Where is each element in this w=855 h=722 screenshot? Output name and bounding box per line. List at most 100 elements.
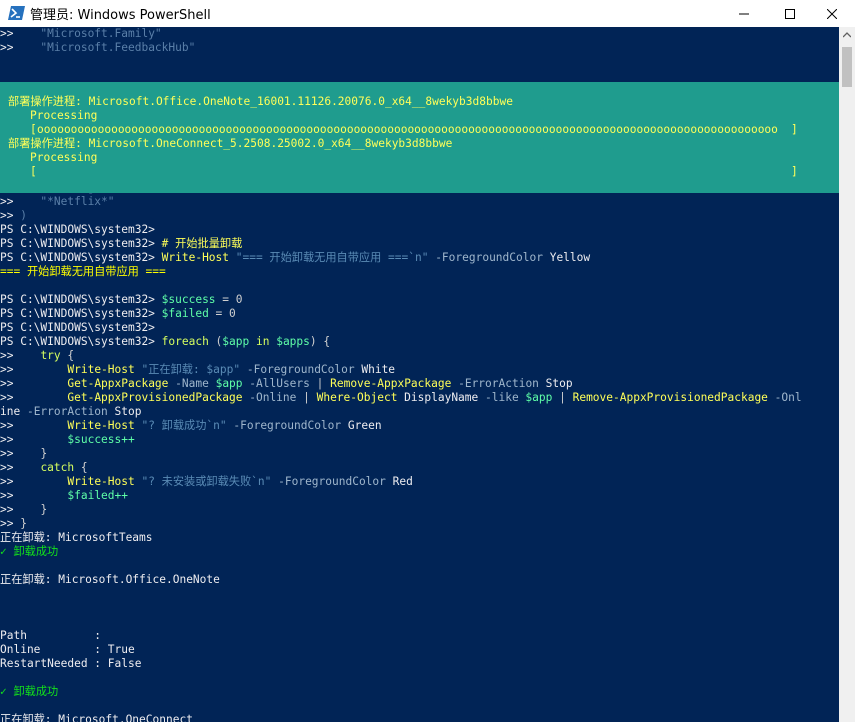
- console-line: >> Write-Host "? 未安装或卸载失败`n" -Foreground…: [0, 475, 413, 489]
- title-bar[interactable]: 管理员: Windows PowerShell: [0, 0, 855, 27]
- console-token-prompt: PS C:\WINDOWS\system32>: [0, 251, 155, 264]
- console-token-white: Online : True: [0, 643, 135, 656]
- window-title: 管理员: Windows PowerShell: [30, 8, 211, 23]
- console-token-op2: ) {: [309, 335, 331, 348]
- console-line: ✓ 卸载成功: [0, 545, 58, 559]
- console-token-param: -ForegroundColor: [226, 419, 342, 432]
- maximize-button[interactable]: [767, 0, 813, 27]
- console-token-prefix: >>: [0, 391, 14, 404]
- console-token-white: Path :: [0, 629, 102, 642]
- console-token-str: "=== 开始卸载无用自带应用 ===`n": [229, 251, 429, 264]
- console-line: 正在卸载: Microsoft.OneConnect: [0, 713, 193, 722]
- progress-op1-status: Processing: [30, 109, 98, 122]
- console-token-prefix: >>: [0, 41, 14, 54]
- console-line: >> $failed++: [0, 489, 128, 503]
- minimize-button[interactable]: [721, 0, 767, 27]
- console-token-prefix: >>: [0, 363, 14, 376]
- console-token-comment: # 开始批量卸载: [154, 237, 243, 250]
- console-token-prefix: >>: [0, 475, 14, 488]
- console-token-param: -ForegroundColor: [428, 251, 543, 264]
- console-line: >> "*Netflix*": [0, 195, 115, 209]
- console-token-param: -ForegroundColor: [271, 475, 386, 488]
- console-token-cmd: Write-Host: [67, 363, 135, 376]
- minimize-icon: [739, 13, 749, 14]
- console-token-prefix: >>: [0, 209, 14, 222]
- console-area[interactable]: >> "Microsoft.Family" >> "Microsoft.Feedb…: [0, 27, 839, 722]
- console-token-white: 正在卸载: MicrosoftTeams: [0, 531, 153, 544]
- console-token-wrap: ine: [0, 405, 21, 418]
- console-token-cmd3: Remove-AppxProvisionedPackage: [565, 391, 768, 404]
- console-line: PS C:\WINDOWS\system32>: [0, 321, 155, 335]
- console-token-op: }: [20, 517, 27, 530]
- console-line: ine -ErrorAction Stop: [0, 405, 141, 419]
- console-token-op2: |: [552, 391, 566, 404]
- scroll-thumb[interactable]: [842, 47, 852, 87]
- console-token-kw: catch: [40, 461, 75, 474]
- console-token-cmd: Get-AppxPackage: [67, 377, 169, 390]
- close-button[interactable]: [809, 0, 855, 27]
- console-token-cmd: Write-Host: [67, 419, 135, 432]
- console-token-str: "正在卸载: $app": [134, 363, 241, 376]
- console-token-op: }: [40, 503, 48, 516]
- maximize-icon: [785, 8, 795, 19]
- powershell-icon: [8, 6, 25, 20]
- console-token-arg: Red: [385, 475, 413, 488]
- scroll-up-button[interactable]: [839, 27, 855, 43]
- console-line: ✓ 卸载成功: [0, 685, 58, 699]
- progress-op1-title: 部署操作进程: Microsoft.Office.OneNote_16001.1…: [8, 95, 513, 108]
- console-line: >> ): [0, 209, 27, 223]
- console-token-arg: Green: [341, 419, 382, 432]
- console-token-text: "*Netflix*": [13, 195, 115, 208]
- console-token-green: ✓ 卸载成功: [0, 545, 59, 558]
- console-line: >> }: [0, 503, 47, 517]
- console-token-prompt: PS C:\WINDOWS\system32>: [0, 293, 155, 306]
- console-token-prefix: >>: [0, 349, 14, 362]
- chevron-up-icon: [843, 32, 851, 38]
- progress-op1-bar-fill: oooooooooooooooooooooooooooooooooooooooo…: [37, 123, 778, 136]
- console-token-kw: try: [40, 349, 61, 362]
- console-token-prefix: >>: [0, 419, 14, 432]
- console-token-text: "Microsoft.Family": [13, 27, 162, 40]
- console-token-prompt: PS C:\WINDOWS\system32>: [0, 223, 155, 236]
- console-token-arg: Stop: [107, 405, 142, 418]
- console-token-indent: [13, 433, 67, 446]
- console-line: >> }: [0, 517, 27, 531]
- console-line: PS C:\WINDOWS\system32>: [0, 223, 155, 237]
- console-token-indent: [13, 377, 67, 390]
- console-token-op: (: [208, 335, 223, 348]
- console-token-indent: [13, 349, 40, 362]
- powershell-window: 管理员: Windows PowerShell >> "Microsoft.Fa…: [0, 0, 855, 722]
- console-token-prefix: >>: [0, 377, 14, 390]
- console-line: PS C:\WINDOWS\system32> $failed = 0: [0, 307, 236, 321]
- console-line: 正在卸载: MicrosoftTeams: [0, 531, 153, 545]
- console-token-white: 正在卸载: Microsoft.OneConnect: [0, 713, 193, 722]
- console-token-prompt: PS C:\WINDOWS\system32>: [0, 321, 155, 334]
- console-line: >> Get-AppxProvisionedPackage -Online | …: [0, 391, 802, 405]
- console-token-param3: -Onl: [767, 391, 802, 404]
- console-line: PS C:\WINDOWS\system32> $success = 0: [0, 293, 243, 307]
- console-token-param: -Online: [242, 391, 297, 404]
- console-line: >> Write-Host "正在卸载: $app" -ForegroundCo…: [0, 363, 395, 377]
- console-token-param: -ErrorAction: [20, 405, 108, 418]
- console-token-green: ✓ 卸载成功: [0, 685, 59, 698]
- console-token-kw: foreach: [154, 335, 209, 348]
- close-icon: [827, 8, 837, 19]
- console-line: PS C:\WINDOWS\system32> foreach ($app in…: [0, 335, 330, 349]
- console-line: >> "Microsoft.FeedbackHub": [0, 41, 195, 55]
- console-token-cmd: Write-Host: [154, 251, 230, 264]
- console-token-op: = 0: [215, 293, 243, 306]
- console-token-op: = 0: [208, 307, 236, 320]
- vertical-scrollbar[interactable]: [839, 27, 855, 722]
- console-line: >> }: [0, 447, 47, 461]
- console-token-prompt: PS C:\WINDOWS\system32>: [0, 237, 155, 250]
- console-token-var: $failed: [154, 307, 209, 320]
- console-line: >> $success++: [0, 433, 135, 447]
- console-token-cmd: Write-Host: [67, 475, 135, 488]
- console-token-kw2: in: [249, 335, 270, 348]
- console-token-var: $app: [222, 335, 250, 348]
- console-token-cmd: Get-AppxProvisionedPackage: [67, 391, 243, 404]
- console-line: Path :: [0, 629, 101, 643]
- console-token-indent: [13, 503, 40, 516]
- console-line: Online : True: [0, 643, 135, 657]
- console-token-prompt: PS C:\WINDOWS\system32>: [0, 307, 155, 320]
